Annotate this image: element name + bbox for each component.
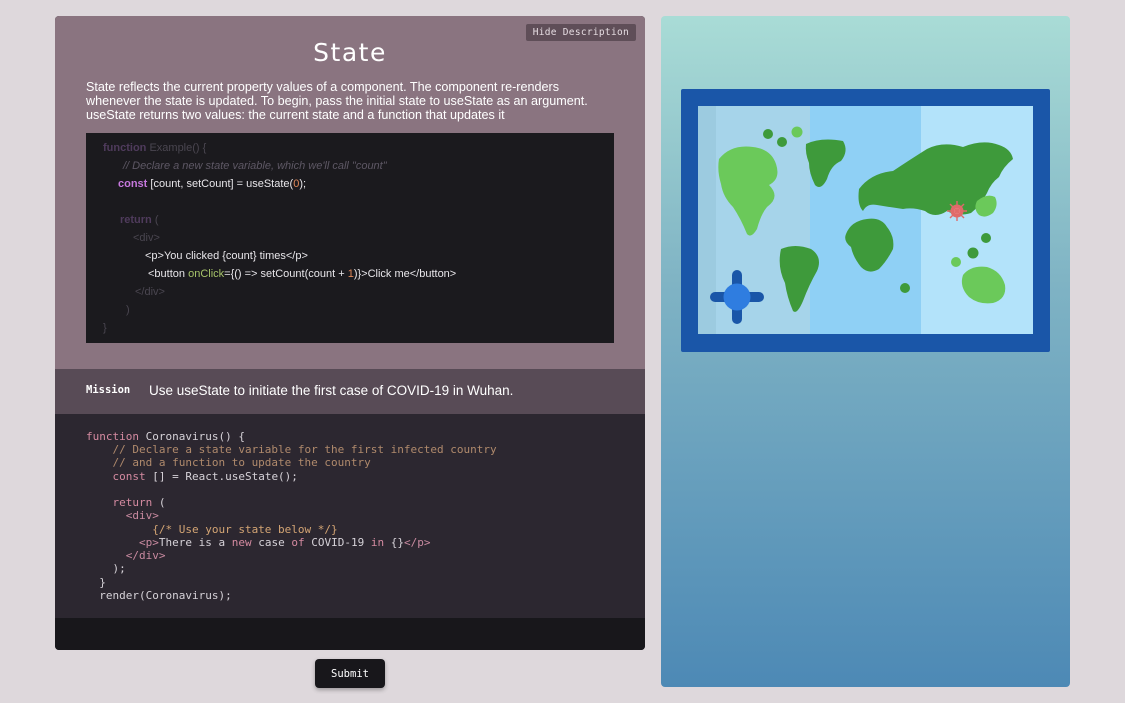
- editor-footer: [55, 618, 645, 650]
- virus-icon: [947, 201, 967, 221]
- code-editor[interactable]: function Coronavirus() { // Declare a st…: [55, 414, 645, 618]
- editor-line[interactable]: {/* Use your state below */}: [86, 523, 337, 536]
- editor-line[interactable]: render(Coronavirus);: [86, 589, 231, 602]
- code-line: const [count, setCount] = useState(0);: [118, 178, 307, 190]
- code-line: <div>: [133, 232, 160, 244]
- code-line: return (: [120, 214, 159, 226]
- editor-line[interactable]: );: [86, 562, 125, 575]
- editor-line[interactable]: const [] = React.useState();: [86, 470, 297, 483]
- editor-line[interactable]: <div>: [86, 509, 159, 522]
- page-title: State: [313, 38, 387, 67]
- submit-button[interactable]: Submit: [315, 659, 385, 688]
- editor-line[interactable]: // Declare a state variable for the firs…: [86, 443, 496, 456]
- editor-line[interactable]: }: [86, 576, 106, 589]
- editor-line[interactable]: // and a function to update the country: [86, 456, 370, 469]
- description-section: Hide Description State State reflects th…: [55, 16, 645, 369]
- code-line: ): [126, 304, 130, 316]
- editor-line[interactable]: function Coronavirus() {: [86, 430, 245, 443]
- code-comment: // Declare a new state variable, which w…: [123, 160, 387, 172]
- lesson-panel: Hide Description State State reflects th…: [55, 16, 645, 650]
- example-code-block: function Example() { // Declare a new st…: [86, 133, 614, 343]
- code-line: <button onClick={() => setCount(count + …: [148, 268, 457, 280]
- world-map-icon: [681, 89, 1050, 352]
- mission-text: Use useState to initiate the first case …: [149, 383, 514, 398]
- code-line: }: [103, 322, 107, 334]
- editor-line[interactable]: </div>: [86, 549, 166, 562]
- preview-panel: [661, 16, 1070, 687]
- code-line: </div>: [135, 286, 165, 298]
- mission-bar: Mission Use useState to initiate the fir…: [55, 369, 645, 414]
- editor-line[interactable]: return (: [86, 496, 165, 509]
- mission-label: Mission: [86, 384, 131, 396]
- code-line: function Example() {: [103, 142, 207, 154]
- code-line: <p>You clicked {count} times</p>: [145, 250, 308, 262]
- editor-line[interactable]: <p>There is a new case of COVID-19 in {}…: [86, 536, 430, 549]
- description-text: State reflects the current property valu…: [86, 80, 588, 122]
